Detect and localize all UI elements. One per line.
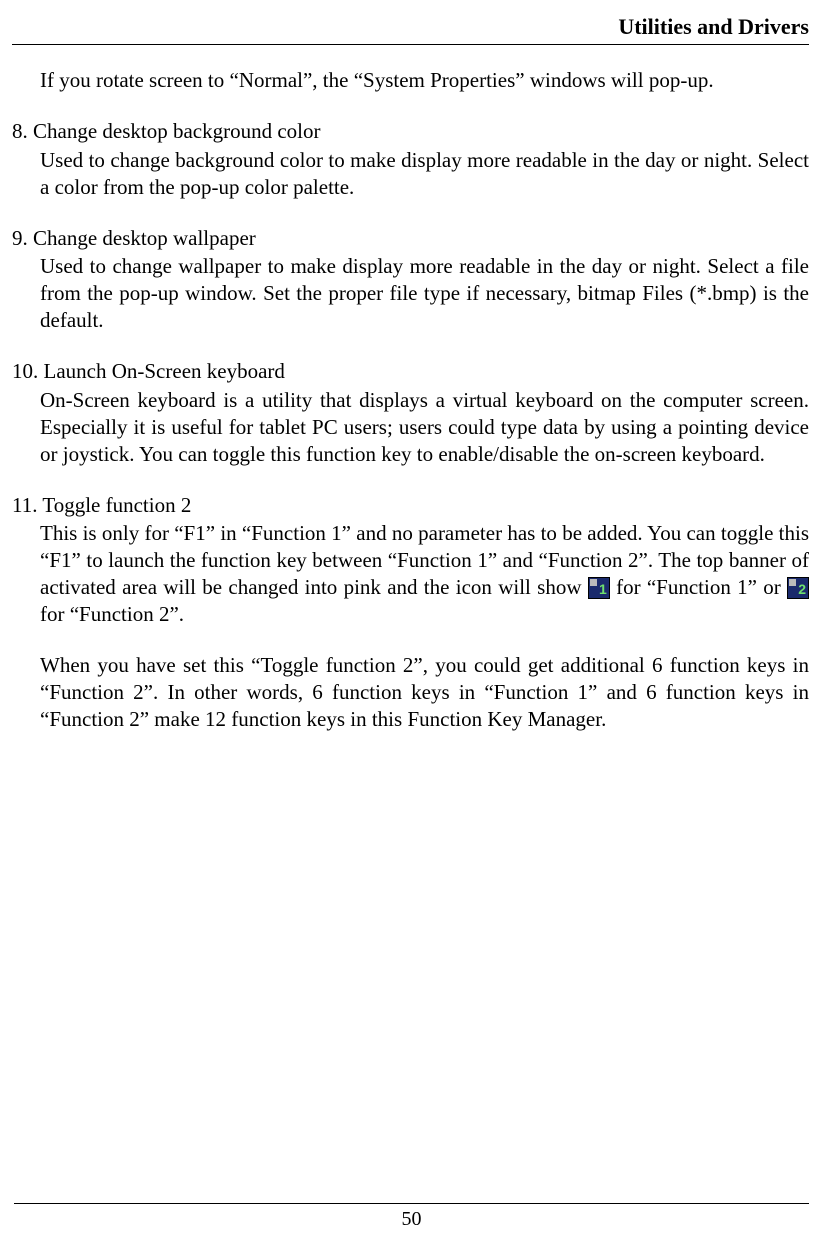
item-11-body-2: When you have set this “Toggle function … (40, 652, 809, 733)
intro-paragraph: If you rotate screen to “Normal”, the “S… (40, 67, 809, 94)
item-11-body: This is only for “F1” in “Function 1” an… (40, 520, 809, 732)
item-10-body: On-Screen keyboard is a utility that dis… (40, 387, 809, 468)
item-11: 11. Toggle function 2 This is only for “… (12, 492, 809, 733)
item-11-body-post: for “Function 2”. (40, 602, 184, 626)
page-header: Utilities and Drivers (12, 14, 809, 45)
item-9-body: Used to change wallpaper to make display… (40, 253, 809, 334)
item-8-body: Used to change background color to make … (40, 147, 809, 201)
item-11-heading: 11. Toggle function 2 (12, 492, 809, 519)
item-9: 9. Change desktop wallpaper Used to chan… (12, 225, 809, 335)
item-9-heading: 9. Change desktop wallpaper (12, 225, 809, 252)
function-1-icon-number: 1 (599, 581, 607, 599)
item-10: 10. Launch On-Screen keyboard On-Screen … (12, 358, 809, 468)
page-number: 50 (402, 1208, 422, 1230)
function-2-icon-number: 2 (798, 581, 806, 599)
item-11-body-mid: for “Function 1” or (616, 575, 787, 599)
item-8: 8. Change desktop background color Used … (12, 118, 809, 201)
item-10-heading: 10. Launch On-Screen keyboard (12, 358, 809, 385)
function-1-icon: 1 (588, 577, 610, 599)
function-2-icon: 2 (787, 577, 809, 599)
item-8-heading: 8. Change desktop background color (12, 118, 809, 145)
page-footer: 50 (14, 1203, 809, 1231)
